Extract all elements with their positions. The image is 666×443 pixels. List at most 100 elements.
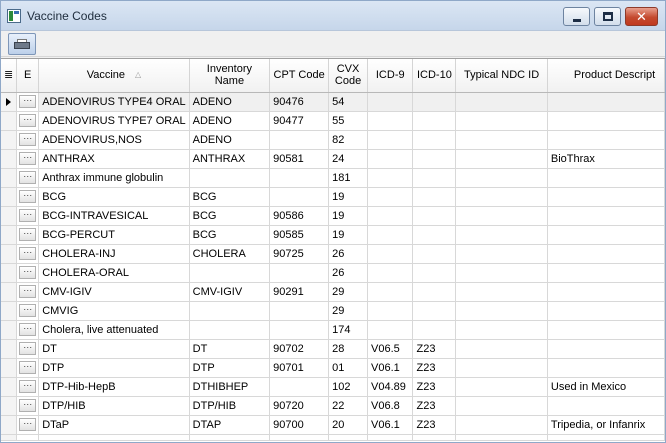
vaccine-cell[interactable]: BCG-INTRAVESICAL [38,206,190,226]
row-selector[interactable] [1,415,18,435]
cvx-code-cell[interactable]: 181 [328,168,368,188]
edit-row-button[interactable]: ··· [19,399,37,412]
vaccine-cell[interactable]: BCG [38,187,190,207]
maximize-button[interactable] [594,7,621,26]
inventory-name-cell[interactable]: ADENO [189,130,271,150]
edit-row-button[interactable]: ··· [19,380,37,393]
table-row[interactable]: ··· Anthrax immune globulin 181 [1,168,665,188]
icd10-cell[interactable] [412,225,457,245]
edit-row-button[interactable]: ··· [19,304,37,317]
typical-ndc-cell[interactable] [455,206,548,226]
cpt-code-cell[interactable] [269,301,330,321]
row-selector[interactable] [1,130,18,150]
cvx-code-cell[interactable]: 22 [328,396,368,416]
table-row[interactable]: ··· CMVIG 29 [1,301,665,321]
cpt-code-cell[interactable] [269,187,330,207]
cvx-code-cell[interactable]: 26 [328,244,368,264]
edit-row-button[interactable]: ··· [19,152,37,165]
icd9-cell[interactable]: V06.5 [367,339,414,359]
typical-ndc-cell[interactable] [455,263,548,283]
close-button[interactable]: ✕ [625,7,658,26]
product-description-cell[interactable] [547,225,665,245]
icd10-cell[interactable] [412,301,457,321]
table-row[interactable]: ··· DT DT 90702 28 V06.5 Z23 [1,339,665,359]
icd10-cell[interactable] [412,168,457,188]
icd10-cell[interactable] [412,130,457,150]
cvx-code-cell[interactable]: 24 [328,149,368,169]
typical-ndc-cell[interactable] [455,396,548,416]
icd10-cell[interactable] [412,282,457,302]
product-description-cell[interactable] [547,339,665,359]
inventory-name-cell[interactable]: DTHIBHEP [189,377,271,397]
icd10-cell[interactable] [412,244,457,264]
row-selector[interactable] [1,320,18,340]
table-row[interactable]: ··· Cholera, live attenuated 174 [1,320,665,340]
typical-ndc-cell[interactable] [455,130,548,150]
product-description-cell[interactable] [547,358,665,378]
cpt-code-cell[interactable]: 90476 [269,92,330,112]
row-selector[interactable] [1,358,18,378]
typical-ndc-cell[interactable] [455,149,548,169]
edit-row-button[interactable]: ··· [19,114,37,127]
inventory-name-cell[interactable]: BCG [189,206,271,226]
vaccine-cell[interactable]: ADENOVIRUS,NOS [38,130,190,150]
typical-ndc-cell[interactable] [455,187,548,207]
edit-row-button[interactable]: ··· [19,95,37,108]
vaccine-cell[interactable]: DTP-Hib-HepB [38,377,190,397]
table-row[interactable]: ··· CMV-IGIV CMV-IGIV 90291 29 [1,282,665,302]
row-selector[interactable] [1,377,18,397]
table-row[interactable]: ··· ADENOVIRUS,NOS ADENO 82 [1,130,665,150]
column-header-cpt-code[interactable]: CPT Code [269,59,330,93]
column-header-product-description[interactable]: Product Descript [547,59,665,93]
product-description-cell[interactable] [547,130,665,150]
edit-row-button[interactable]: ··· [19,361,37,374]
title-bar[interactable]: Vaccine Codes ✕ [1,1,665,31]
table-row[interactable]: ··· ADENOVIRUS TYPE7 ORAL ADENO 90477 55 [1,111,665,131]
cpt-code-cell[interactable] [269,130,330,150]
edit-row-button[interactable]: ··· [19,285,37,298]
icd9-cell[interactable] [367,225,414,245]
typical-ndc-cell[interactable] [455,320,548,340]
vaccine-cell[interactable]: DT [38,339,190,359]
typical-ndc-cell[interactable] [455,358,548,378]
column-header-inventory-name[interactable]: Inventory Name [189,59,271,93]
row-selector[interactable] [1,111,18,131]
typical-ndc-cell[interactable] [455,415,548,435]
row-selector[interactable] [1,149,18,169]
column-header-e[interactable]: E [16,59,40,93]
vaccine-cell[interactable]: Cholera, live attenuated [38,320,190,340]
icd9-cell[interactable] [367,244,414,264]
table-row[interactable]: ··· DTaP DTAP 90700 20 V06.1 Z23 Tripedia, or I… [1,415,665,435]
inventory-name-cell[interactable]: CHOLERA [189,244,271,264]
icd10-cell[interactable] [412,149,457,169]
vaccine-cell[interactable]: ADENOVIRUS TYPE7 ORAL [38,111,190,131]
cpt-code-cell[interactable]: 90585 [269,225,330,245]
edit-row-button[interactable]: ··· [19,266,37,279]
icd9-cell[interactable] [367,130,414,150]
cpt-code-cell[interactable]: 90725 [269,244,330,264]
icd9-cell[interactable]: V06.8 [367,396,414,416]
icd9-cell[interactable] [367,187,414,207]
table-row[interactable]: ··· CHOLERA-ORAL 26 [1,263,665,283]
icd9-cell[interactable] [367,92,414,112]
cvx-code-cell[interactable]: 20 [328,415,368,435]
vaccine-cell[interactable]: CHOLERA-ORAL [38,263,190,283]
vaccine-cell[interactable]: Anthrax immune globulin [38,168,190,188]
product-description-cell[interactable]: Used in Mexico [547,377,665,397]
edit-row-button[interactable]: ··· [19,228,37,241]
icd10-cell[interactable]: Z23 [412,358,457,378]
column-header-icd10[interactable]: ICD-10 [412,59,457,93]
cvx-code-cell[interactable]: 28 [328,339,368,359]
inventory-name-cell[interactable]: DTAP [189,415,271,435]
edit-row-button[interactable]: ··· [19,247,37,260]
vaccine-cell[interactable]: ANTHRAX [38,149,190,169]
icd10-cell[interactable]: Z23 [412,415,457,435]
row-selector[interactable] [1,396,18,416]
icd10-cell[interactable]: Z23 [412,377,457,397]
icd10-cell[interactable] [412,263,457,283]
cvx-code-cell[interactable]: 174 [328,320,368,340]
product-description-cell[interactable] [547,282,665,302]
inventory-name-cell[interactable]: DTP/HIB [189,396,271,416]
edit-row-button[interactable]: ··· [19,209,37,222]
edit-row-button[interactable]: ··· [19,171,37,184]
